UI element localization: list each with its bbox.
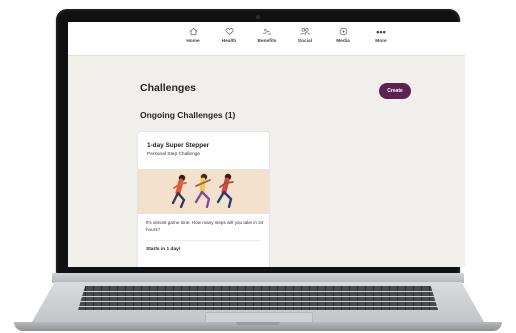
more-icon: ••• (376, 27, 386, 37)
laptop-notch (236, 322, 280, 325)
nav-item-benefits[interactable]: Benefits (247, 27, 287, 45)
nav-item-more[interactable]: ••• More (361, 27, 401, 45)
challenge-illustration (138, 169, 269, 214)
challenge-title: 1-day Super Stepper (147, 142, 210, 149)
home-icon (173, 27, 213, 38)
section-title: Ongoing Challenges (1) (140, 110, 236, 120)
card-divider (146, 240, 261, 241)
nav-label-more: More (375, 39, 387, 44)
keyboard-row-gap (78, 301, 438, 302)
keyboard-row-gap (78, 291, 438, 292)
nav-label-social: Social (297, 39, 313, 44)
nav-label-media: Media (336, 39, 350, 44)
app-screen: Home Health Benefits Social Media ••• Mo… (68, 22, 465, 267)
keyboard-row-gap (78, 296, 438, 297)
heart-icon (209, 27, 249, 38)
nav-label-home: Home (186, 39, 200, 44)
benefits-icon (247, 27, 287, 38)
nav-item-health[interactable]: Health (209, 27, 249, 45)
nav-item-media[interactable]: Media (323, 27, 363, 45)
social-icon (285, 27, 325, 38)
page-title: Challenges (140, 82, 197, 94)
keyboard-row-gap (78, 306, 438, 307)
runner-figure (216, 173, 234, 209)
challenge-card[interactable]: 1-day Super Stepper Personal Step Challe… (138, 132, 269, 267)
runner-figure (194, 173, 211, 209)
nav-label-benefits: Benefits (257, 39, 277, 44)
create-button[interactable]: Create (379, 83, 411, 99)
nav-item-home[interactable]: Home (173, 27, 213, 45)
media-icon (323, 27, 363, 38)
challenge-subtitle: Personal Step Challenge (147, 152, 201, 157)
challenge-start-label: Starts in 1 day! (146, 247, 181, 252)
runner-figure (171, 174, 187, 209)
nav-label-health: Health (221, 39, 237, 44)
top-navigation: Home Health Benefits Social Media ••• Mo… (68, 22, 465, 56)
nav-item-social[interactable]: Social (285, 27, 325, 45)
laptop-hinge (52, 273, 464, 283)
webcam-icon (256, 15, 260, 19)
challenge-description: It's almost game time. How many steps wi… (146, 220, 264, 232)
